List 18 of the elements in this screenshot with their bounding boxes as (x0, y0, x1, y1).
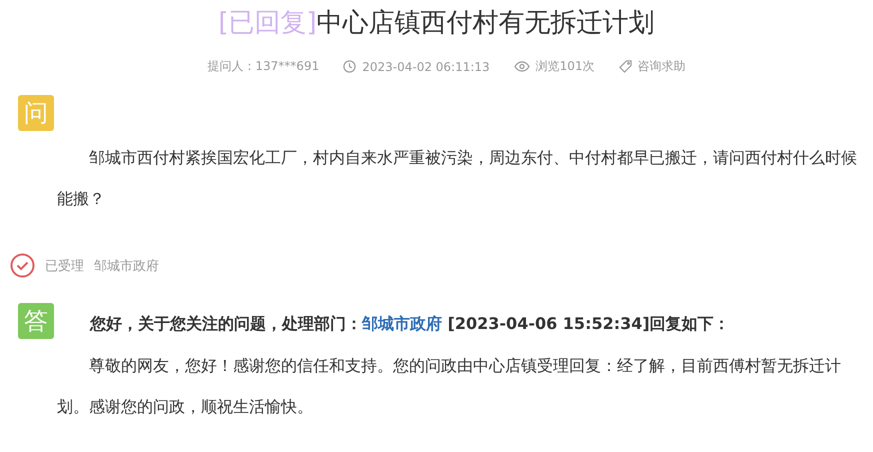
answer-text: 尊敬的网友，您好！感谢您的信任和支持。您的问政由中心店镇受理回复：经了解，目前西傅村暂无拆迁计划。感谢您的问政，顺祝生活愉快。 (57, 355, 842, 418)
eye-icon (514, 61, 530, 72)
check-circle-icon (10, 253, 35, 278)
meta-text: 提问人：137***691 (207, 58, 320, 75)
status-text: 已受理 (45, 258, 84, 274)
department-name: 邹城市政府 (94, 258, 159, 274)
department-link[interactable]: 邹城市政府 (362, 314, 442, 332)
meta-text: 咨询求助 (638, 58, 686, 75)
status-label: [已回复] (218, 8, 317, 38)
meta-text: 2023-04-02 06:11:13 (362, 60, 490, 74)
clock-icon (343, 60, 356, 73)
answer-header: 您好，关于您关注的问题，处理部门：邹城市政府 [2023-04-06 15:52:34]回复如下： (90, 314, 730, 334)
question-badge: 问 (18, 95, 54, 131)
tag-icon (618, 60, 632, 73)
question-text: 邹城市西付村紧挨国宏化工厂，村内自来水严重被污染，周边东付、中付村都早已搬迁，请问西付村什么时候能搬？ (57, 147, 858, 210)
answer-badge: 答 (18, 303, 54, 339)
meta-text: 浏览101次 (536, 58, 595, 75)
question-title: 中心店镇西付村有无拆迁计划 (316, 8, 655, 38)
